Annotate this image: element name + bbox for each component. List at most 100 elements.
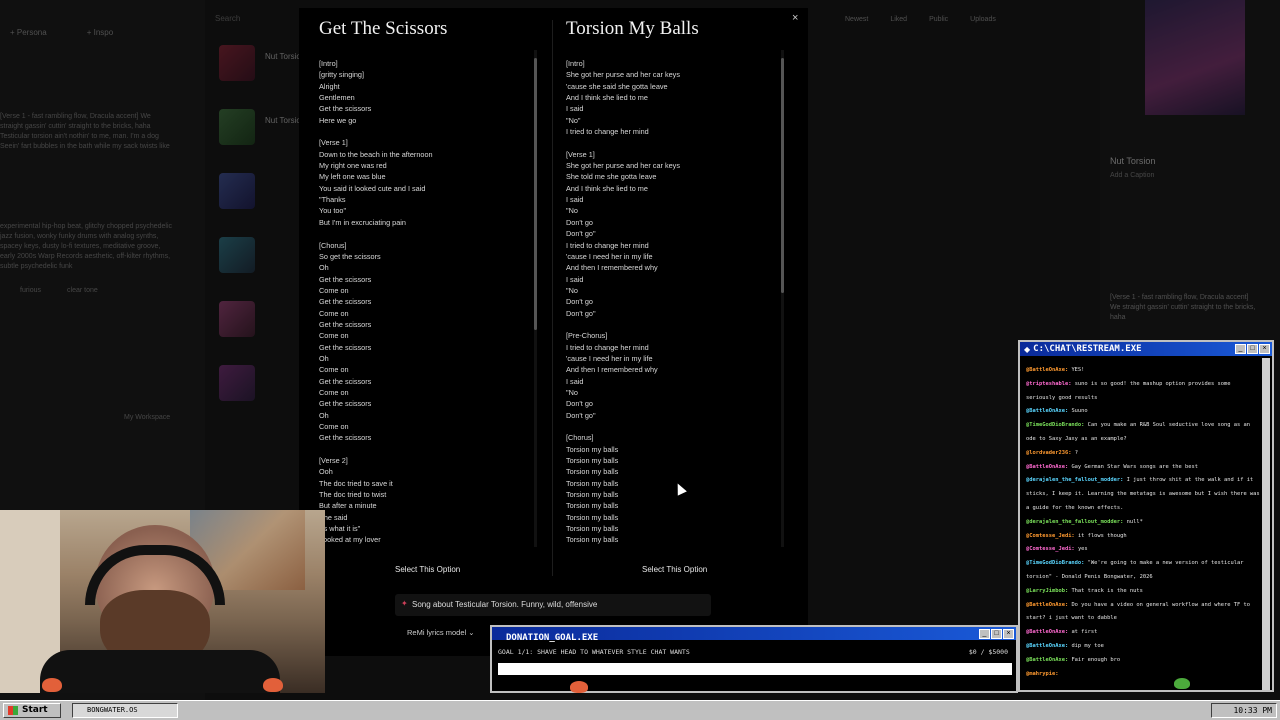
chat-username[interactable]: @derajalen_the_fallout_modder: [1026, 477, 1127, 483]
filter-newest[interactable]: Newest [845, 16, 868, 23]
chat-app-icon: ◆ [1024, 344, 1031, 354]
chat-message: @derajalen_the_fallout_modder: null* [1026, 516, 1260, 530]
song-prompt: Song about Testicular Torsion. Funny, wi… [412, 600, 598, 609]
option-b-lyrics[interactable]: [Intro] She got her purse and her car ke… [566, 58, 771, 548]
chat-username[interactable]: @Comtesse_Jedi: [1026, 546, 1078, 552]
background-tags: furious clear tone [20, 287, 98, 294]
minimize-icon[interactable]: _ [1235, 344, 1246, 354]
column-divider [552, 20, 553, 576]
clock-time: 10:33 PM [1233, 706, 1272, 715]
song-thumbnails [219, 45, 259, 429]
chat-message: @BattleOnAxe: YES! [1026, 364, 1260, 378]
workspace-label: My Workspace [124, 414, 171, 421]
song-thumbnail[interactable] [219, 45, 255, 81]
chat-message: @Comtesse_Jedi: it flows though [1026, 530, 1260, 544]
chat-window: ◆ C:\CHAT\RESTREAM.EXE _ □ × @BattleOnAx… [1018, 340, 1274, 692]
chat-text: dip my toe [1071, 642, 1104, 649]
detail-lyrics: [Verse 1 - fast rambling flow, Dracula a… [1110, 294, 1256, 321]
chat-window-controls: _ □ × [1235, 344, 1270, 354]
model-label: ReMi lyrics model [407, 628, 467, 637]
donation-goal-window: DONATION_GOAL.EXE _ □ × GOAL 1/1: SHAVE … [490, 625, 1018, 693]
task-label: BONGWATER.OS [87, 706, 138, 714]
background-desc-1: [Verse 1 - fast rambling flow, Dracula a… [0, 113, 170, 150]
inspo-link[interactable]: + Inspo [87, 28, 113, 37]
chat-username[interactable]: @BattleOnAxe: [1026, 629, 1071, 635]
chat-username[interactable]: @BattleOnAxe: [1026, 408, 1071, 414]
song-thumbnail[interactable] [219, 173, 255, 209]
close-icon[interactable]: × [792, 12, 798, 24]
chat-message: @tripteshable: suno is so good! the mash… [1026, 378, 1260, 406]
start-label: Start [22, 705, 48, 715]
chat-message: @BattleOnAxe: Do you have a video on gen… [1026, 599, 1260, 627]
background-nav: + Persona + Inspo [0, 28, 113, 37]
song-thumbnail[interactable] [219, 365, 255, 401]
chat-username[interactable]: @lordvader236: [1026, 450, 1075, 456]
song-thumbnail[interactable] [219, 301, 255, 337]
donation-amount: $0 / $5000 [968, 648, 1008, 656]
chat-username[interactable]: @TimeGodDioBrando: [1026, 560, 1088, 566]
song-thumbnail[interactable] [219, 237, 255, 273]
donation-window-controls: _ □ × [979, 629, 1014, 639]
select-option-b-button[interactable]: Select This Option [642, 565, 707, 574]
chevron-down-icon: ⌄ [468, 628, 475, 637]
chat-scrollbar[interactable] [1262, 358, 1270, 690]
desktop: + Persona + Inspo [Verse 1 - fast rambli… [0, 0, 1280, 720]
chat-text: at first [1071, 629, 1098, 636]
detail-caption[interactable]: Add a Caption [1110, 172, 1154, 179]
filter-liked[interactable]: Liked [890, 16, 907, 23]
select-option-a-button[interactable]: Select This Option [395, 565, 460, 574]
filter-uploads[interactable]: Uploads [970, 16, 996, 23]
chat-message: @BattleOnAxe: dip my toe [1026, 640, 1260, 654]
chat-username[interactable]: @derajalen_the_fallout_modder: [1026, 519, 1127, 525]
option-a-header: Get The Scissors [319, 18, 544, 46]
chat-message: @lordvader236: ? [1026, 447, 1260, 461]
donation-goal-text: GOAL 1/1: SHAVE HEAD TO WHATEVER STYLE C… [498, 648, 690, 656]
chat-message: @TimeGodDioBrando: Can you make an R&B S… [1026, 419, 1260, 447]
background-search[interactable]: Search [215, 14, 240, 23]
start-button[interactable]: Start [3, 703, 61, 718]
chat-text: yes [1077, 546, 1088, 553]
chat-username[interactable]: @BattleOnAxe: [1026, 602, 1071, 608]
lyrics-model-select[interactable]: ReMi lyrics model ⌄ [407, 628, 475, 637]
frog-mascot-icon [263, 678, 283, 692]
chat-username[interactable]: @BattleOnAxe: [1026, 367, 1071, 373]
chat-username[interactable]: @TimeGodDioBrando: [1026, 422, 1088, 428]
donation-progress-bar [498, 663, 1012, 675]
windows-logo-icon [8, 706, 18, 715]
chat-username[interactable]: @BattleOnAxe: [1026, 657, 1071, 663]
close-icon[interactable]: × [1259, 344, 1270, 354]
song-thumbnail[interactable] [219, 109, 255, 145]
tag[interactable]: furious [20, 287, 41, 294]
close-icon[interactable]: × [1003, 629, 1014, 639]
option-a-scroll-thumb[interactable] [534, 58, 537, 330]
chat-messages: @BattleOnAxe: YES! @tripteshable: suno is… [1026, 364, 1260, 684]
chat-username[interactable]: @Comtesse_Jedi: [1026, 533, 1078, 539]
detail-title: Nut Torsion [1110, 156, 1156, 166]
sparkle-icon: ✦ [401, 599, 408, 608]
chat-username[interactable]: @BattleOnAxe: [1026, 643, 1071, 649]
option-b-scroll-thumb[interactable] [781, 58, 784, 293]
system-tray-clock[interactable]: 10:33 PM [1211, 703, 1277, 718]
chat-text: Suuno [1071, 408, 1088, 415]
taskbar-item-bongwater[interactable]: BONGWATER.OS [72, 703, 178, 718]
chat-username[interactable]: @LarryJimbob: [1026, 588, 1071, 594]
option-a-lyrics[interactable]: [Intro] [gritty singing] Alright Gentlem… [319, 58, 524, 548]
chat-message: @Comtesse_Jedi: yes [1026, 543, 1260, 557]
chat-message: @BattleOnAxe: Suuno [1026, 405, 1260, 419]
maximize-icon[interactable]: □ [991, 629, 1002, 639]
chat-username[interactable]: @tripteshable: [1026, 381, 1075, 387]
option-a-title: Get The Scissors [319, 18, 448, 39]
filter-public[interactable]: Public [929, 16, 948, 23]
chat-text: That track is the nuts [1071, 587, 1143, 594]
maximize-icon[interactable]: □ [1247, 344, 1258, 354]
tag[interactable]: clear tone [67, 287, 98, 294]
chat-username[interactable]: @BattleOnAxe: [1026, 464, 1071, 470]
persona-link[interactable]: + Persona [10, 28, 47, 37]
background-desc-2: experimental hip-hop beat, glitchy chopp… [0, 223, 172, 270]
chat-text: ? [1074, 449, 1078, 456]
frog-mascot-icon [42, 678, 62, 692]
donation-titlebar[interactable]: DONATION_GOAL.EXE [492, 627, 1016, 643]
minimize-icon[interactable]: _ [979, 629, 990, 639]
chat-username[interactable]: @mahrypie: [1026, 671, 1058, 677]
chat-text: it flows though [1077, 532, 1127, 539]
